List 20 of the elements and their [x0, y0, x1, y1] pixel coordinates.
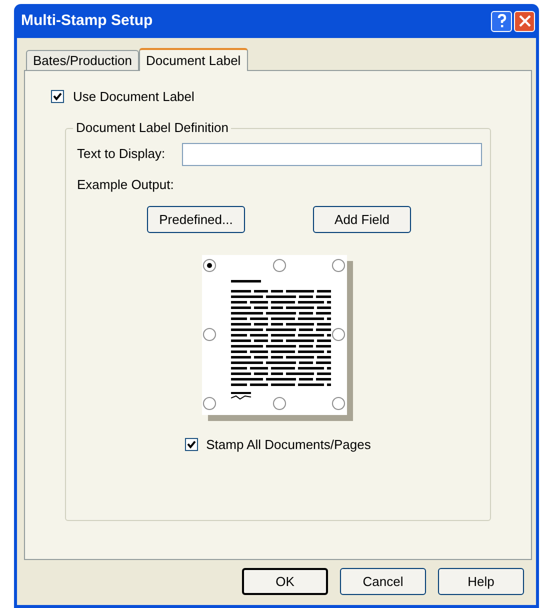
tab[interactable]: Bates/Production — [26, 50, 140, 70]
checkbox[interactable] — [185, 438, 198, 452]
window-title: Multi-Stamp Setup — [21, 10, 153, 31]
help-button[interactable] — [491, 10, 512, 32]
checkbox-label: Stamp All Documents/Pages — [206, 436, 371, 454]
button[interactable]: Cancel — [340, 568, 426, 595]
tab[interactable]: Document Label — [139, 48, 248, 71]
group-title: Document Label Definition — [73, 120, 232, 136]
close-button[interactable] — [514, 10, 535, 32]
checkbox[interactable] — [51, 90, 64, 104]
text-field[interactable] — [182, 142, 482, 166]
button[interactable]: Add Field — [313, 206, 411, 233]
button[interactable]: Help — [438, 568, 524, 595]
checkbox-label: Use Document Label — [73, 88, 194, 106]
close-icon — [518, 15, 530, 27]
field-label: Example Output: — [77, 176, 174, 194]
button[interactable]: OK — [242, 568, 328, 595]
question-mark-icon — [496, 14, 506, 28]
field-label: Text to Display: — [77, 145, 166, 164]
button[interactable]: Predefined... — [147, 206, 245, 233]
